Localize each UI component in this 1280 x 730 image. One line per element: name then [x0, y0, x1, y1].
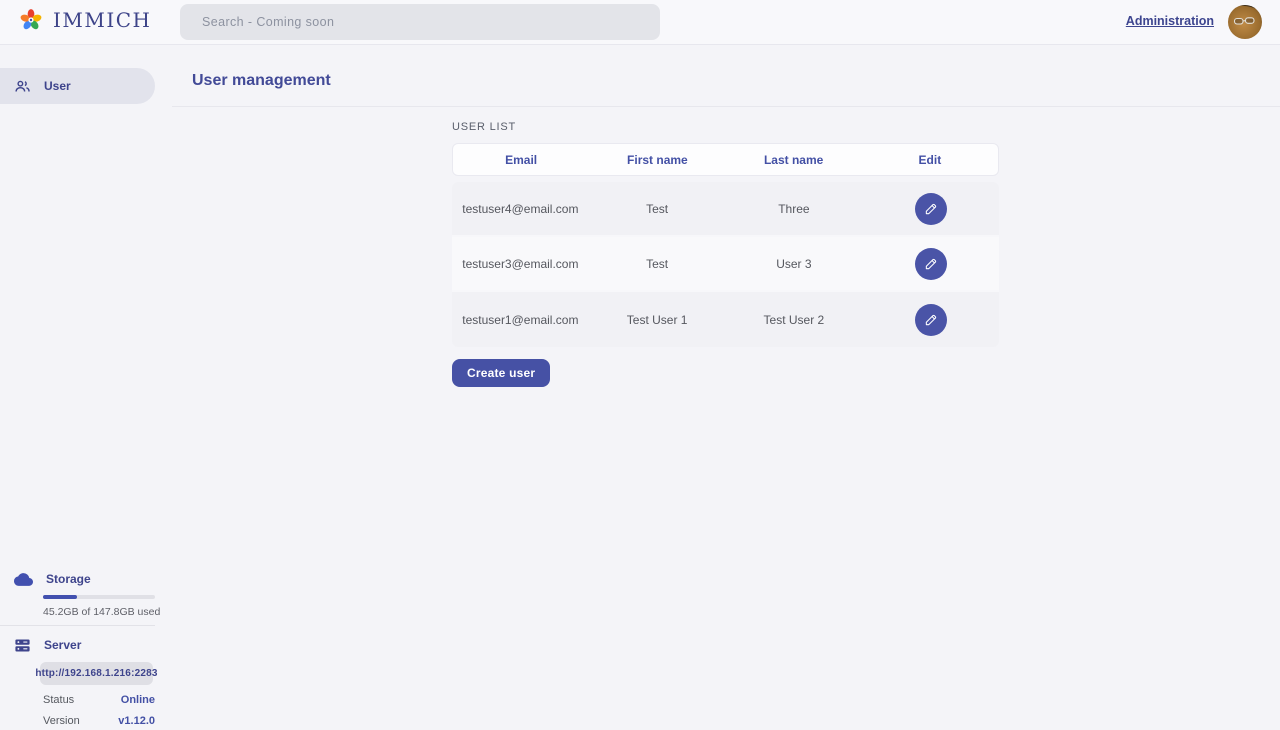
column-header-first-name: First name: [589, 153, 725, 167]
server-icon: [14, 637, 31, 654]
cell-email: testuser3@email.com: [452, 257, 589, 271]
avatar[interactable]: [1227, 4, 1263, 40]
edit-user-button[interactable]: [915, 248, 947, 280]
cloud-icon: [14, 570, 33, 589]
page-title: User management: [192, 71, 1280, 90]
app-header: IMMICH Administration: [0, 0, 1280, 45]
cell-first-name: Test User 1: [589, 313, 726, 327]
user-table: testuser4@email.com Test Three: [452, 182, 999, 347]
logo-text: IMMICH: [53, 8, 152, 32]
pencil-icon: [924, 313, 938, 327]
pencil-icon: [924, 257, 938, 271]
cell-last-name: Three: [726, 202, 863, 216]
table-row: testuser4@email.com Test Three: [452, 182, 999, 237]
sidebar-item-label: User: [44, 79, 71, 93]
table-row: testuser1@email.com Test User 1 Test Use…: [452, 292, 999, 347]
create-user-button[interactable]: Create user: [452, 359, 550, 387]
version-label: Version: [43, 715, 80, 727]
immich-flower-icon: [18, 7, 44, 33]
users-icon: [14, 78, 31, 95]
storage-progress-track: [43, 595, 155, 599]
server-url-chip: http://192.168.1.216:2283: [40, 662, 153, 685]
main-content: User management USER LIST Email First na…: [172, 45, 1280, 730]
title-divider: [172, 106, 1280, 107]
cell-last-name: Test User 2: [726, 313, 863, 327]
sidebar-item-user[interactable]: User: [0, 68, 155, 104]
search-input[interactable]: [180, 4, 660, 40]
cell-first-name: Test: [589, 257, 726, 271]
table-header-row: Email First name Last name Edit: [452, 143, 999, 176]
column-header-edit: Edit: [862, 153, 998, 167]
sidebar: User Storage 45.2GB of 147.8GB used: [0, 45, 172, 730]
pencil-icon: [924, 202, 938, 216]
status-value: Online: [121, 694, 155, 706]
cell-first-name: Test: [589, 202, 726, 216]
cell-last-name: User 3: [726, 257, 863, 271]
server-version-row: Version v1.12.0: [43, 715, 155, 727]
server-title: Server: [44, 638, 81, 652]
column-header-email: Email: [453, 153, 589, 167]
edit-user-button[interactable]: [915, 304, 947, 336]
status-label: Status: [43, 694, 74, 706]
storage-progress-fill: [43, 595, 77, 599]
server-status-row: Status Online: [43, 694, 155, 706]
storage-usage-label: 45.2GB of 147.8GB used: [43, 606, 172, 618]
server-panel: Server http://192.168.1.216:2283 Status …: [0, 636, 172, 727]
storage-title: Storage: [46, 572, 91, 586]
cell-email: testuser4@email.com: [452, 202, 589, 216]
column-header-last-name: Last name: [726, 153, 862, 167]
cell-email: testuser1@email.com: [452, 313, 589, 327]
immich-logo: IMMICH: [18, 7, 152, 33]
administration-link[interactable]: Administration: [1126, 14, 1214, 28]
sidebar-divider: [0, 625, 155, 626]
version-value: v1.12.0: [118, 715, 155, 727]
edit-user-button[interactable]: [915, 193, 947, 225]
storage-panel: Storage 45.2GB of 147.8GB used: [0, 570, 172, 618]
table-row: testuser3@email.com Test User 3: [452, 237, 999, 292]
section-label: USER LIST: [452, 121, 999, 133]
